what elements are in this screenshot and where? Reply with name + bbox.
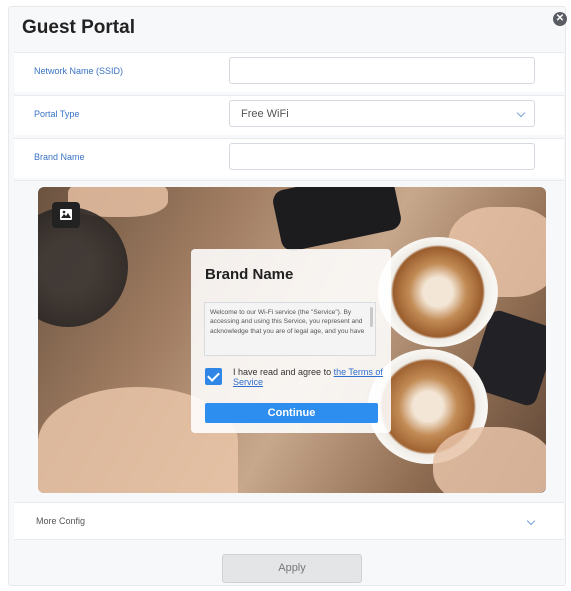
agree-checkbox[interactable]	[205, 368, 222, 385]
brand-name-row: Brand Name	[14, 138, 564, 178]
background-image-coffee-cup	[378, 237, 498, 347]
chevron-down-icon	[516, 108, 526, 118]
background-image-phone	[270, 187, 404, 254]
ssid-row: Network Name (SSID)	[14, 52, 564, 92]
portal-type-select[interactable]: Free WiFi	[229, 100, 535, 127]
change-image-button[interactable]	[52, 202, 80, 228]
portal-type-value: Free WiFi	[241, 108, 289, 120]
continue-button[interactable]: Continue	[205, 403, 378, 423]
card-brand-name: Brand Name	[205, 266, 294, 283]
portal-preview: Brand Name Welcome to our Wi-Fi service …	[38, 187, 546, 493]
close-icon[interactable]: ✕	[553, 12, 567, 26]
ssid-label: Network Name (SSID)	[34, 66, 124, 76]
ssid-input[interactable]	[229, 57, 535, 84]
divider	[14, 180, 564, 181]
more-config-row[interactable]: More Config	[14, 502, 564, 540]
apply-button[interactable]: Apply	[222, 554, 362, 583]
agree-text: I have read and agree to the Terms of Se…	[233, 367, 383, 387]
brand-name-label: Brand Name	[34, 152, 85, 162]
page-title: Guest Portal	[22, 17, 135, 38]
background-image-hand	[433, 427, 546, 493]
more-config-label: More Config	[36, 516, 86, 526]
terms-text: Welcome to our Wi-Fi service (the "Servi…	[210, 309, 365, 335]
portal-type-row: Portal Type Free WiFi	[14, 95, 564, 135]
portal-login-card: Brand Name Welcome to our Wi-Fi service …	[191, 249, 391, 433]
chevron-down-icon	[526, 516, 536, 526]
brand-name-input[interactable]	[229, 143, 535, 170]
terms-text-box[interactable]: Welcome to our Wi-Fi service (the "Servi…	[204, 302, 376, 356]
portal-type-label: Portal Type	[34, 109, 80, 119]
terms-scrollbar[interactable]	[370, 307, 373, 327]
agree-label: I have read and agree to	[233, 367, 334, 377]
image-icon	[60, 209, 72, 220]
